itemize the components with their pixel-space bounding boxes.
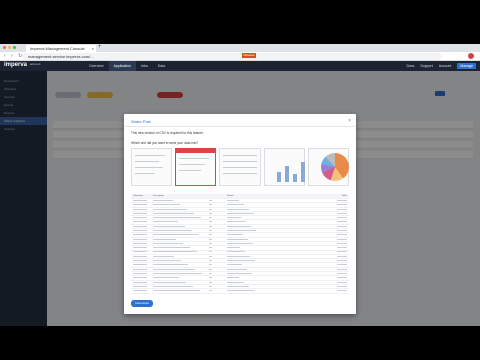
close-icon[interactable]: × xyxy=(348,118,351,124)
app-header: imperva account Overview Application Inf… xyxy=(0,61,480,71)
format-option[interactable] xyxy=(131,148,173,186)
modal-title: Share Post xyxy=(131,119,151,124)
format-option-selected[interactable] xyxy=(175,148,217,186)
address-bar: ‹ › ↻ management.service.imperva.com/... xyxy=(0,52,480,61)
docs-link[interactable]: Docs xyxy=(406,64,414,68)
format-option[interactable] xyxy=(307,148,350,186)
divider xyxy=(124,126,356,127)
nav-tab[interactable]: Data xyxy=(153,61,170,71)
support-link[interactable]: Support xyxy=(420,64,432,68)
pie-chart-preview xyxy=(320,153,349,181)
close-icon[interactable]: × xyxy=(92,45,94,52)
window-controls[interactable] xyxy=(3,46,16,49)
share-modal: Share Post × This new version of CSV is … xyxy=(124,114,356,314)
prev-page-icon[interactable]: ‹ xyxy=(206,313,207,317)
nav-tab[interactable]: Overview xyxy=(84,61,109,71)
format-option[interactable] xyxy=(219,148,261,186)
imperva-logo[interactable]: imperva xyxy=(4,62,27,68)
header-actions: Docs Support Account Manage xyxy=(406,63,476,69)
manage-button[interactable]: Manage xyxy=(457,63,476,69)
download-button[interactable]: Download xyxy=(131,300,153,307)
pagination[interactable]: ‹ › xyxy=(206,313,212,317)
next-page-icon[interactable]: › xyxy=(211,313,212,317)
table-row xyxy=(131,289,349,294)
modal-description: This new version of CSV is required for … xyxy=(131,131,204,135)
profile-avatar[interactable] xyxy=(468,53,474,59)
browser-tab[interactable]: Imperva Management Console × xyxy=(26,45,96,52)
browser-window: Imperva Management Console × + ‹ › ↻ man… xyxy=(0,44,480,326)
account-label: account xyxy=(30,62,41,66)
nav-tab[interactable]: Infra xyxy=(136,61,153,71)
browser-tabbar: Imperva Management Console × + xyxy=(0,44,480,52)
format-option[interactable] xyxy=(263,148,305,186)
new-tab-icon[interactable]: + xyxy=(98,44,102,50)
release-badge: Release xyxy=(242,53,256,58)
account-menu[interactable]: Account xyxy=(439,64,452,68)
format-options xyxy=(131,148,350,186)
url-field[interactable]: management.service.imperva.com/... xyxy=(22,53,442,60)
main-nav: Overview Application Infra Data xyxy=(84,61,170,71)
browser-tab-title: Imperva Management Console xyxy=(30,46,85,51)
modal-question: Which one did you want to send your data… xyxy=(131,141,199,145)
nav-tab[interactable]: Application xyxy=(108,61,136,71)
preview-table: Parameter Description Details Value xyxy=(131,194,349,294)
